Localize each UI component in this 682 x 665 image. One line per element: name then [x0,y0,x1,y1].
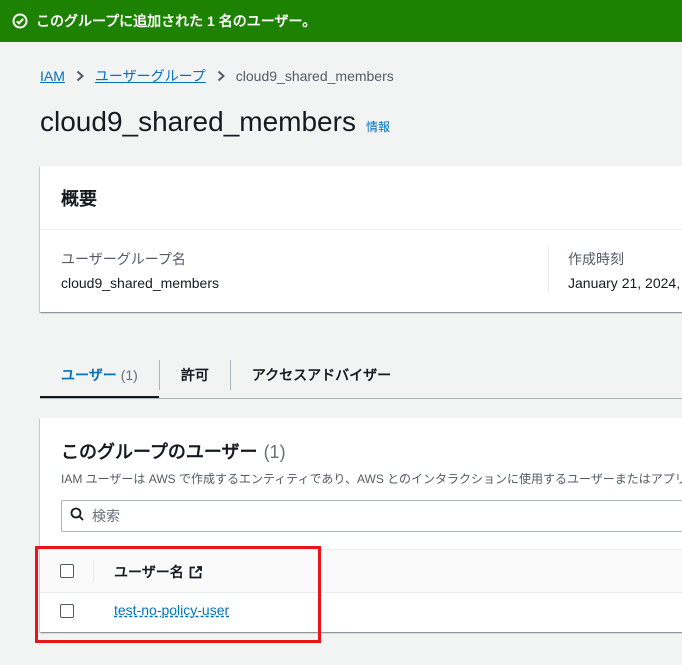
summary-heading: 概要 [40,166,682,230]
search-box [61,500,682,532]
flash-message: このグループに追加された 1 名のユーザー。 [36,13,317,29]
info-link[interactable]: 情報 [366,118,390,135]
tab-users-label: ユーザー [61,366,117,383]
created-time-field: 作成時刻 January 21, 2024, [568,249,680,291]
group-name-field: ユーザーグループ名 cloud9_shared_members [61,249,219,291]
tab-users[interactable]: ユーザー (1) [40,350,159,399]
breadcrumb-user-groups-link[interactable]: ユーザーグループ [95,66,206,86]
page-title: cloud9_shared_members [40,106,356,137]
search-input[interactable] [90,507,654,525]
breadcrumb-current: cloud9_shared_members [235,68,394,84]
tab-permissions-label: 許可 [180,366,209,383]
users-panel-count: (1) [263,442,286,462]
page-header: cloud9_shared_members 情報 [40,106,390,138]
tab-users-count: (1) [120,366,138,383]
users-panel-title: このグループのユーザー [61,442,258,462]
tab-access-advisor[interactable]: アクセスアドバイザー [231,350,412,399]
highlight-box [35,546,321,643]
created-time-label: 作成時刻 [568,251,624,267]
tab-bar: ユーザー (1) 許可 アクセスアドバイザー [40,350,682,399]
users-panel-description: IAM ユーザーは AWS で作成するエンティティであり、AWS とのインタラク… [61,472,682,486]
tab-underline [40,398,682,399]
search-icon [70,507,84,526]
created-time-value: January 21, 2024, [568,275,681,291]
chevron-right-icon [216,70,226,82]
chevron-right-icon [75,70,85,82]
check-circle-icon [12,13,28,29]
users-panel-heading: このグループのユーザー (1) [61,438,286,464]
success-flash-banner: このグループに追加された 1 名のユーザー。 [0,0,682,42]
summary-panel: 概要 ユーザーグループ名 cloud9_shared_members 作成時刻 … [40,166,682,312]
breadcrumb: IAM ユーザーグループ cloud9_shared_members [40,66,394,86]
group-name-value: cloud9_shared_members [61,275,219,291]
column-divider [548,246,549,292]
tab-access-advisor-label: アクセスアドバイザー [251,366,392,383]
group-name-label: ユーザーグループ名 [61,251,186,267]
breadcrumb-iam-link[interactable]: IAM [40,68,65,84]
tab-permissions[interactable]: 許可 [160,350,230,399]
